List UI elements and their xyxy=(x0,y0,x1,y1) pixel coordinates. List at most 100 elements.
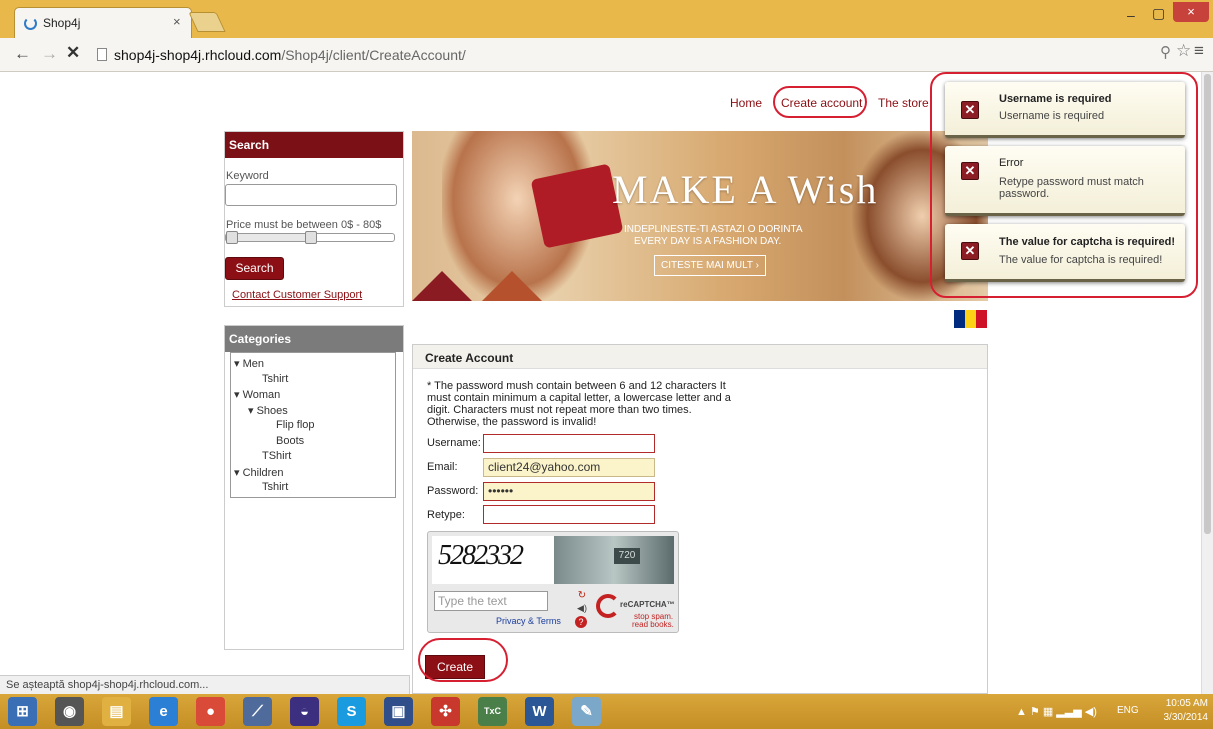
price-slider-range xyxy=(232,234,311,241)
category-item[interactable]: ▾ Woman xyxy=(234,388,280,401)
annotation-circle-create-link xyxy=(773,86,867,118)
app-tool-icon[interactable]: ⟋ xyxy=(243,697,272,726)
address-bar[interactable]: shop4j-shop4j.rhcloud.com/Shop4j/client/… xyxy=(90,43,1185,67)
search-button[interactable]: Search xyxy=(225,257,284,280)
retype-label: Retype: xyxy=(427,509,465,521)
recaptcha-tagline: read books. xyxy=(632,620,674,629)
banner-subtitle: INDEPLINESTE-TI ASTAZI O DORINTA xyxy=(624,224,803,235)
price-slider-min-handle[interactable] xyxy=(226,231,238,244)
tab-title: Shop4j xyxy=(43,16,81,30)
close-window-icon[interactable]: × xyxy=(1173,2,1209,22)
price-label: Price must be between 0$ - 80$ xyxy=(226,219,382,231)
tab-close-icon[interactable]: × xyxy=(173,14,181,29)
app-red-icon[interactable]: ✣ xyxy=(431,697,460,726)
menu-icon[interactable]: ≡ xyxy=(1194,41,1204,61)
system-tray-icons[interactable]: ▲ ⚑ ▦ ▂▃▅ ◀) xyxy=(1016,705,1097,718)
search-panel-title: Search xyxy=(225,132,403,158)
zoom-icon[interactable]: ⚲ xyxy=(1160,43,1171,61)
email-field[interactable]: client24@yahoo.com xyxy=(483,458,655,477)
browser-toolbar: ← → ✕ shop4j-shop4j.rhcloud.com/Shop4j/c… xyxy=(0,38,1213,72)
forward-arrow-icon[interactable]: → xyxy=(41,44,58,64)
banner-read-more-button[interactable]: CITESTE MAI MULT › xyxy=(654,255,766,276)
password-rules-text: * The password mush contain between 6 an… xyxy=(427,380,731,428)
tab-shop4j[interactable]: Shop4j × xyxy=(14,7,192,38)
page-viewport: Home Create account The store Search Key… xyxy=(0,72,1201,694)
price-slider[interactable] xyxy=(225,231,395,244)
recaptcha-logo-icon xyxy=(596,594,620,618)
url-host: shop4j-shop4j.rhcloud.com xyxy=(114,47,282,63)
back-arrow-icon[interactable]: ← xyxy=(14,44,31,64)
keyword-input[interactable] xyxy=(225,184,397,206)
new-tab-button[interactable] xyxy=(188,12,226,32)
search-panel: Search Keyword Price must be between 0$ … xyxy=(224,131,404,307)
word-icon[interactable]: W xyxy=(525,697,554,726)
start-icon[interactable]: ⊞ xyxy=(8,697,37,726)
tab-strip: Shop4j × – ▢ × xyxy=(0,0,1213,38)
create-account-header: Create Account xyxy=(413,345,987,369)
file-explorer-icon[interactable]: ▤ xyxy=(102,697,131,726)
flag-stripe xyxy=(954,310,965,328)
minimize-icon[interactable]: – xyxy=(1127,7,1135,23)
promo-banner[interactable]: MAKE A Wish INDEPLINESTE-TI ASTAZI O DOR… xyxy=(412,131,988,301)
banner-decoration xyxy=(482,271,542,301)
language-flag-romanian-icon[interactable] xyxy=(954,310,987,328)
banner-tagline: EVERY DAY IS A FASHION DAY. xyxy=(634,236,782,247)
save-icon[interactable]: ▣ xyxy=(384,697,413,726)
password-label: Password: xyxy=(427,485,479,497)
banner-handbag xyxy=(530,163,624,249)
username-field[interactable] xyxy=(483,434,655,453)
annotation-circle-notifications xyxy=(930,72,1198,298)
vertical-scrollbar[interactable] xyxy=(1201,72,1213,694)
category-item[interactable]: Flip flop xyxy=(276,419,315,431)
email-label: Email: xyxy=(427,461,458,473)
loading-spinner-icon xyxy=(24,17,37,30)
audio-icon[interactable]: ◀) xyxy=(575,603,589,615)
category-item[interactable]: Boots xyxy=(276,435,304,447)
recaptcha-brand: reCAPTCHA™ xyxy=(620,600,675,609)
keyword-label: Keyword xyxy=(226,170,269,182)
language-indicator[interactable]: ENG xyxy=(1117,705,1139,716)
password-field[interactable]: •••••• xyxy=(483,482,655,501)
category-item[interactable]: TShirt xyxy=(262,450,291,462)
internet-explorer-icon[interactable]: e xyxy=(149,697,178,726)
paint-icon[interactable]: ✎ xyxy=(572,697,601,726)
nav-home-link[interactable]: Home xyxy=(730,96,762,110)
contact-support-link[interactable]: Contact Customer Support xyxy=(232,289,362,301)
clock-time: 10:05 AM xyxy=(1165,698,1208,709)
banner-decoration xyxy=(412,271,472,301)
captcha-challenge-text: 5282332 xyxy=(438,540,524,571)
category-tree: ▾ Men Tshirt ▾ Woman ▾ Shoes Flip flop Boots T… xyxy=(230,352,396,498)
maximize-icon[interactable]: ▢ xyxy=(1152,5,1165,22)
flag-stripe xyxy=(976,310,987,328)
scrollbar-thumb[interactable] xyxy=(1204,74,1211,534)
captcha-photo-number: 720 xyxy=(614,548,640,564)
clock[interactable]: 10:05 AM 3/30/2014 xyxy=(1156,697,1209,725)
captcha-input[interactable]: Type the text xyxy=(434,591,548,611)
chrome-icon[interactable]: ● xyxy=(196,697,225,726)
eclipse-icon[interactable]: ◒ xyxy=(290,697,319,726)
skype-icon[interactable]: S xyxy=(337,697,366,726)
texmaker-icon[interactable]: TxC xyxy=(478,697,507,726)
stop-loading-icon[interactable]: ✕ xyxy=(66,43,80,63)
status-bar: Se așteaptă shop4j-shop4j.rhcloud.com... xyxy=(0,675,410,694)
nav-store-link[interactable]: The store xyxy=(878,96,929,110)
category-item[interactable]: ▾ Children xyxy=(234,466,284,479)
categories-panel-title: Categories xyxy=(225,326,403,352)
url-text[interactable]: shop4j-shop4j.rhcloud.com/Shop4j/client/… xyxy=(114,47,466,63)
url-path: /Shop4j/client/CreateAccount/ xyxy=(281,47,466,63)
category-item[interactable]: Tshirt xyxy=(262,373,288,385)
category-item[interactable]: ▾ Shoes xyxy=(248,404,288,417)
help-icon[interactable]: ? xyxy=(575,616,587,628)
reload-icon[interactable]: ↻ xyxy=(575,590,589,602)
retype-password-field[interactable] xyxy=(483,505,655,524)
bookmark-star-icon[interactable]: ☆ xyxy=(1176,41,1191,61)
chrome-unused-icon[interactable]: ◉ xyxy=(55,697,84,726)
price-slider-max-handle[interactable] xyxy=(305,231,317,244)
page-icon xyxy=(97,48,107,61)
username-label: Username: xyxy=(427,437,481,449)
captcha-privacy-link[interactable]: Privacy & Terms xyxy=(496,616,561,626)
windows-taskbar: ▲ ⚑ ▦ ▂▃▅ ◀) ENG 10:05 AM 3/30/2014 ⊞ ◉ ▤ e… xyxy=(0,694,1213,729)
flag-stripe xyxy=(965,310,976,328)
category-item[interactable]: ▾ Men xyxy=(234,357,264,370)
category-item[interactable]: Tshirt xyxy=(262,481,288,493)
